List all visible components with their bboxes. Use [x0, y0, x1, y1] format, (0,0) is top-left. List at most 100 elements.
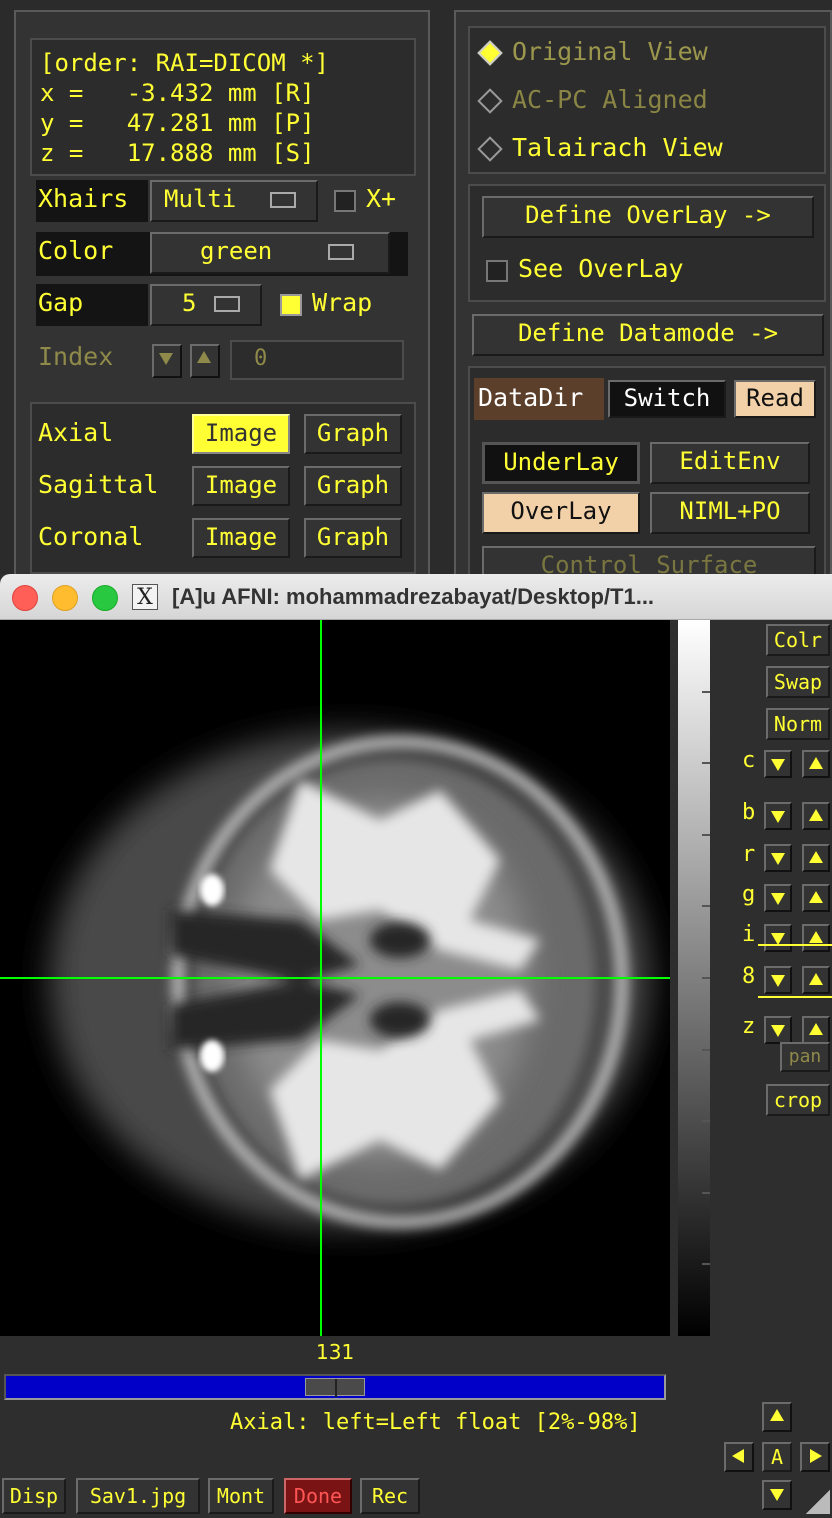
adjust-down-button[interactable]	[764, 802, 792, 830]
coronal-label: Coronal	[38, 522, 144, 551]
disp-button[interactable]: Disp	[2, 1478, 66, 1514]
editenv-button[interactable]: EditEnv	[650, 442, 810, 484]
index-up-button[interactable]	[190, 344, 220, 378]
define-overlay-button[interactable]: Define OverLay ->	[482, 196, 814, 238]
xplus-checkbox[interactable]	[334, 190, 356, 212]
adjust-up-button[interactable]	[802, 750, 830, 778]
brain-scan-svg	[0, 620, 670, 1336]
nav-left-button[interactable]	[724, 1442, 754, 1472]
grayscale-colorbar[interactable]	[678, 620, 710, 1336]
xplus-label: X+	[366, 184, 397, 213]
swap-button[interactable]: Swap	[766, 666, 830, 698]
arrow-right-icon	[810, 1449, 822, 1463]
nav-right-button[interactable]	[800, 1442, 830, 1472]
adjust-down-button[interactable]	[764, 844, 792, 872]
save-button[interactable]: Sav1.jpg	[76, 1478, 200, 1514]
zoom-window-button[interactable]	[92, 585, 118, 611]
adjust-up-button[interactable]	[802, 844, 830, 872]
underlay-button[interactable]: UnderLay	[482, 442, 640, 484]
adjust-down-button[interactable]	[764, 924, 792, 952]
minimize-window-button[interactable]	[52, 585, 78, 611]
crop-button[interactable]: crop	[766, 1084, 830, 1116]
image-viewer-window: X [A]u AFNI: mohammadrezabayat/Desktop/T…	[0, 574, 832, 1518]
see-overlay-checkbox[interactable]	[486, 260, 508, 282]
option-menu-icon	[270, 192, 297, 208]
color-value: green	[200, 237, 273, 265]
adjust-up-button[interactable]	[802, 966, 830, 994]
x11-app-icon: X	[132, 584, 158, 610]
adjust-label-5: 8	[742, 964, 756, 989]
arrow-down-icon	[771, 853, 785, 865]
side-separator	[758, 944, 832, 946]
adjust-down-button[interactable]	[764, 966, 792, 994]
define-datamode-button[interactable]: Define Datamode ->	[472, 314, 824, 356]
overlay-button[interactable]: OverLay	[482, 492, 640, 534]
talairach-view-label: Talairach View	[512, 133, 723, 162]
arrow-down-icon	[771, 811, 785, 823]
arrow-down-icon	[771, 759, 785, 771]
read-button[interactable]: Read	[734, 380, 816, 418]
axial-image-button[interactable]: Image	[192, 414, 290, 454]
resize-grip-icon[interactable]	[806, 1490, 830, 1514]
arrow-up-icon	[809, 931, 823, 943]
nav-up-button[interactable]	[762, 1402, 792, 1432]
gap-label: Gap	[38, 288, 84, 317]
adjust-label-6: z	[742, 1014, 756, 1039]
arrow-up-icon	[809, 851, 823, 863]
arrow-up-icon	[770, 1409, 784, 1421]
adjust-label-1: b	[742, 800, 756, 825]
index-label: Index	[38, 342, 114, 371]
status-text: Axial: left=Left float [2%-98%]	[230, 1410, 641, 1435]
adjust-label-4: i	[742, 922, 756, 947]
adjust-up-button[interactable]	[802, 1016, 830, 1044]
adjust-up-button[interactable]	[802, 924, 830, 952]
norm-button[interactable]: Norm	[766, 708, 830, 740]
axial-graph-button[interactable]: Graph	[304, 414, 402, 454]
index-input[interactable]: 0	[230, 340, 404, 380]
adjust-up-button[interactable]	[802, 802, 830, 830]
mont-button[interactable]: Mont	[208, 1478, 274, 1514]
axial-label: Axial	[38, 418, 114, 447]
arrow-up-icon	[809, 1023, 823, 1035]
adjust-down-button[interactable]	[764, 1016, 792, 1044]
z-coordinate: z = 17.888 mm [S]	[40, 139, 315, 167]
adjust-down-button[interactable]	[764, 884, 792, 912]
option-menu-icon	[328, 244, 355, 260]
slice-slider-track[interactable]	[4, 1374, 666, 1400]
rec-button[interactable]: Rec	[360, 1478, 420, 1514]
switch-button[interactable]: Switch	[608, 380, 726, 418]
wrap-checkbox[interactable]	[280, 294, 302, 316]
adjust-down-button[interactable]	[764, 750, 792, 778]
acpc-view-label: AC-PC Aligned	[512, 85, 708, 114]
xhairs-label: Xhairs	[38, 184, 129, 213]
coronal-image-button[interactable]: Image	[192, 518, 290, 558]
slice-slider-thumb[interactable]	[305, 1378, 365, 1397]
pan-button[interactable]: pan	[780, 1042, 830, 1072]
done-button[interactable]: Done	[284, 1478, 352, 1514]
crosshair	[0, 620, 670, 1336]
sagittal-graph-button[interactable]: Graph	[304, 466, 402, 506]
nav-down-button[interactable]	[762, 1480, 792, 1510]
coronal-graph-button[interactable]: Graph	[304, 518, 402, 558]
order-label: [order: RAI=DICOM *]	[40, 49, 329, 77]
colr-button[interactable]: Colr	[766, 624, 830, 656]
xhairs-menu[interactable]: Multi	[150, 180, 318, 222]
y-coordinate: y = 47.281 mm [P]	[40, 109, 315, 137]
arrow-up-icon	[809, 809, 823, 821]
gap-menu[interactable]: 5	[150, 284, 262, 326]
window-titlebar[interactable]: X [A]u AFNI: mohammadrezabayat/Desktop/T…	[0, 574, 832, 620]
color-menu[interactable]: green	[150, 232, 390, 274]
slice-number: 131	[316, 1340, 355, 1364]
arrow-left-icon	[732, 1449, 744, 1463]
x-coordinate: x = -3.432 mm [R]	[40, 79, 315, 107]
close-window-button[interactable]	[12, 585, 38, 611]
adjust-up-button[interactable]	[802, 884, 830, 912]
brain-image-canvas[interactable]	[0, 620, 670, 1336]
niml-button[interactable]: NIML+PO	[650, 492, 810, 534]
index-down-button[interactable]	[152, 344, 182, 378]
arrow-up-icon	[809, 891, 823, 903]
gap-value: 5	[182, 289, 197, 317]
nav-center-button[interactable]: A	[762, 1442, 792, 1472]
adjust-label-0: c	[742, 748, 756, 773]
sagittal-image-button[interactable]: Image	[192, 466, 290, 506]
